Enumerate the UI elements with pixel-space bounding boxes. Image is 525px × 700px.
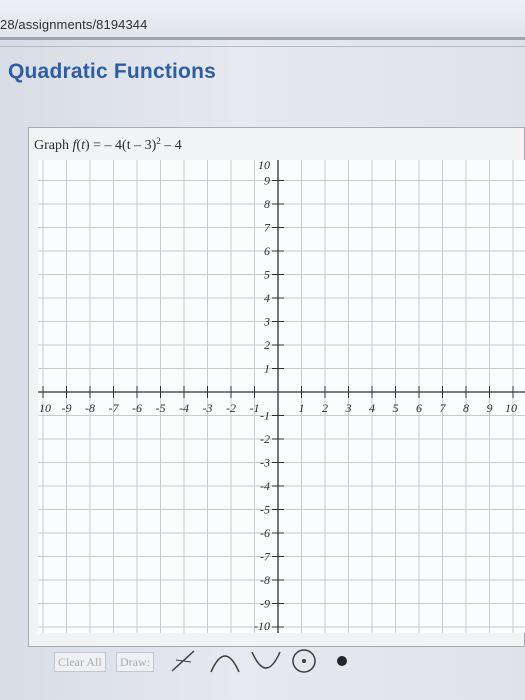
- draw-label: Draw:: [116, 652, 154, 672]
- clear-all-button[interactable]: Clear All: [54, 652, 106, 672]
- url-text: 28/assignments/8194344: [0, 17, 148, 32]
- y-tick-label: -5: [260, 503, 270, 517]
- y-tick-label: 6: [264, 244, 270, 258]
- parabola-up-tool-icon[interactable]: [206, 646, 244, 676]
- y-tick-label: -7: [260, 550, 271, 564]
- y-tick-label: -1: [260, 409, 270, 423]
- x-tick-label: -6: [132, 401, 142, 415]
- graph-area[interactable]: 10 -9 -8 -7 -6 -5 -4 -3 -2 -1 1 2 3 4 5 6 7 8 9 10 10 9 8 7 6 5 4 3…: [38, 160, 525, 633]
- browser-url-bar[interactable]: 28/assignments/8194344: [0, 0, 525, 40]
- function-expression: – 4(t – 3): [104, 138, 157, 153]
- x-tick-label: 1: [299, 401, 305, 415]
- y-tick-label: -8: [260, 573, 270, 587]
- y-tick-label: 1: [264, 362, 270, 376]
- x-tick-label: -1: [250, 401, 260, 415]
- x-tick-label: -4: [179, 401, 189, 415]
- y-tick-label: 7: [264, 221, 271, 235]
- function-equals: =: [89, 138, 105, 153]
- y-tick-label: 9: [264, 174, 270, 188]
- x-tick-label: 2: [322, 401, 328, 415]
- x-tick-label: 5: [393, 401, 399, 415]
- y-tick-label: 2: [264, 338, 270, 352]
- x-tick-label: 4: [369, 401, 375, 415]
- coordinate-plane[interactable]: 10 -9 -8 -7 -6 -5 -4 -3 -2 -1 1 2 3 4 5 6 7 8 9 10 10 9 8 7 6 5 4 3…: [38, 160, 525, 633]
- prompt-prefix: Graph: [34, 138, 73, 153]
- y-tick-label: -6: [260, 526, 270, 540]
- x-tick-label: -2: [226, 401, 236, 415]
- y-tick-label: -9: [260, 597, 270, 611]
- y-tick-label: -4: [260, 479, 270, 493]
- graph-toolbar: Clear All Draw:: [54, 646, 525, 676]
- page-title: Quadratic Functions: [8, 60, 216, 83]
- x-tick-label: 10: [39, 401, 51, 415]
- x-tick-label: -5: [156, 401, 166, 415]
- graph-background: [38, 160, 525, 633]
- question-prompt: Graph f(t) = – 4(t – 3)2 – 4: [34, 136, 182, 154]
- x-tick-label: 7: [440, 401, 447, 415]
- y-tick-label: 10: [258, 160, 270, 172]
- x-tick-label: 9: [487, 401, 493, 415]
- header-divider: [0, 46, 525, 47]
- x-tick-label: -8: [85, 401, 95, 415]
- parabola-down-tool-icon[interactable]: [247, 646, 285, 676]
- x-tick-label: 10: [505, 401, 517, 415]
- function-expression-tail: – 4: [160, 138, 182, 153]
- circle-tool-icon[interactable]: [288, 646, 320, 676]
- y-tick-label: 8: [264, 197, 270, 211]
- x-tick-label: 3: [345, 401, 352, 415]
- y-tick-label: -2: [260, 432, 270, 446]
- x-tick-label: 6: [416, 401, 422, 415]
- screen: 28/assignments/8194344 Quadratic Functio…: [0, 0, 525, 700]
- y-tick-label: 4: [264, 291, 270, 305]
- x-tick-label: -9: [62, 401, 72, 415]
- point-tool-icon[interactable]: [330, 646, 354, 676]
- x-tick-label: -3: [203, 401, 213, 415]
- y-tick-label: -3: [260, 456, 270, 470]
- y-tick-label: 3: [263, 315, 270, 329]
- x-tick-label: 8: [463, 401, 469, 415]
- y-tick-label: -10: [254, 619, 270, 633]
- line-tool-icon[interactable]: [166, 646, 202, 676]
- y-tick-label: 5: [264, 268, 270, 282]
- x-tick-label: -7: [109, 401, 120, 415]
